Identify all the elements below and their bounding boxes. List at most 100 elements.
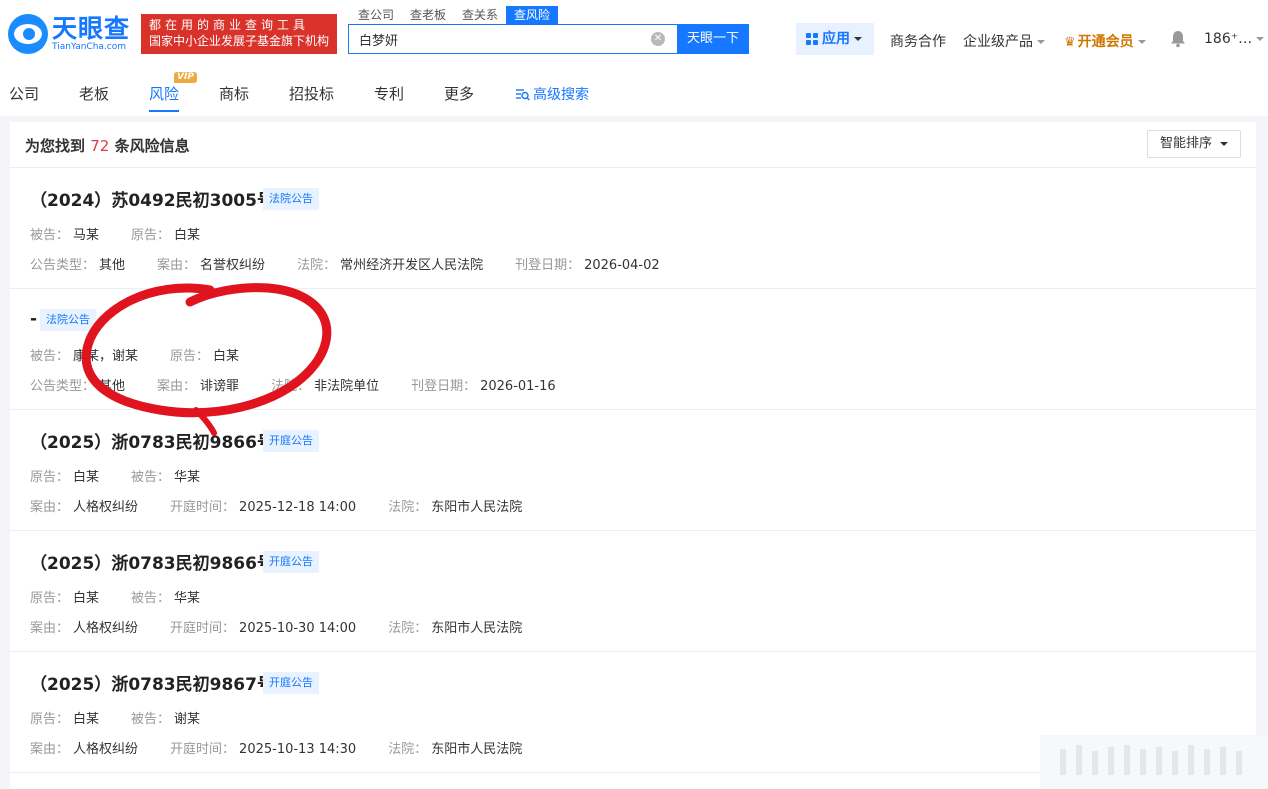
crown-icon: ♛ (1064, 35, 1076, 50)
chevron-down-icon (1037, 40, 1045, 44)
field: 案由： 人格权纠纷 (30, 738, 138, 757)
site-logo[interactable]: 天眼查 TianYanCha.com (8, 14, 130, 54)
field-value: 2025-10-13 14:30 (239, 742, 357, 757)
results-panel: 为您找到 72 条风险信息 智能排序 （2024）苏0492民初3005号 法院… (10, 122, 1256, 789)
parties-row: 被告： 康某，谢某 原告： 白某 (30, 345, 271, 364)
vip-badge: VIP (174, 72, 197, 83)
field: 被告： 马某 (30, 224, 99, 243)
record-type-tag: 法院公告 (40, 309, 96, 331)
tab-risk[interactable]: 查风险 (506, 6, 559, 24)
details-row: 公告类型： 其他 案由： 名誉权纠纷 法院： 常州经济开发区人民法院 刊登日期： 202… (30, 254, 692, 273)
advanced-search-link[interactable]: 高级搜索 (515, 84, 589, 104)
record-type-tag: 法院公告 (263, 188, 319, 210)
enterprise-menu[interactable]: 企业级产品 (963, 31, 1045, 51)
field-label: 案由： (30, 742, 70, 757)
clear-icon[interactable]: ✕ (651, 32, 665, 46)
case-number[interactable]: - (30, 309, 37, 329)
field-label: 开庭时间： (170, 500, 236, 515)
field-label: 刊登日期： (411, 379, 477, 394)
field: 原告： 白某 (131, 224, 200, 243)
results-suffix: 条风险信息 (114, 137, 190, 155)
field: 法院： 东阳市人民法院 (388, 496, 522, 515)
chevron-down-icon (1220, 141, 1229, 146)
nav-boss[interactable]: 老板 (79, 83, 109, 104)
field: 开庭时间： 2025-10-30 14:00 (170, 617, 356, 636)
search-box: ✕ (348, 24, 678, 54)
field: 刊登日期： 2026-04-02 (515, 254, 660, 273)
nav-company[interactable]: 公司 (9, 83, 39, 104)
field-label: 刊登日期： (515, 258, 581, 273)
nav-trademark[interactable]: 商标 (219, 83, 249, 104)
risk-record[interactable]: （2024）苏0492民初3005号 法院公告 被告： 马某 原告： 白某 公告类型… (10, 168, 1256, 289)
field-label: 被告： (131, 712, 171, 727)
field-label: 被告： (30, 228, 70, 243)
search-type-tabs: 查公司 查老板 查关系 查风险 (350, 6, 559, 24)
sort-label: 智能排序 (1160, 136, 1213, 151)
field-label: 开庭时间： (170, 621, 236, 636)
field: 法院： 常州经济开发区人民法院 (297, 254, 483, 273)
risk-record[interactable]: （2025）浙0783民初9866号 开庭公告 原告： 白某 被告： 华某 案由：人… (10, 531, 1256, 652)
field-label: 法院： (388, 621, 428, 636)
field-value: 东阳市人民法院 (431, 500, 523, 515)
field: 公告类型： 其他 (30, 375, 125, 394)
risk-record[interactable]: - 法院公告 被告： 康某，谢某 原告： 白某 公告类型： 其他 案由： 诽谤罪 法院：… (10, 289, 1256, 410)
field-value: 2026-01-16 (480, 379, 556, 394)
field-value: 马某 (73, 228, 100, 243)
case-number[interactable]: （2025）浙0783民初9866号 (30, 549, 274, 574)
field-value: 谢某 (174, 712, 201, 727)
parties-row: 被告： 马某 原告： 白某 (30, 224, 232, 243)
bell-icon[interactable] (1170, 30, 1186, 48)
tab-boss[interactable]: 查老板 (402, 6, 454, 24)
field-label: 法院： (388, 500, 428, 515)
field: 法院： 东阳市人民法院 (388, 738, 522, 757)
field-label: 原告： (30, 591, 70, 606)
results-count: 72 (90, 137, 110, 155)
user-menu[interactable]: 186⁺… (1204, 31, 1265, 47)
field-value: 名誉权纠纷 (200, 258, 266, 273)
tab-company[interactable]: 查公司 (350, 6, 402, 24)
vip-menu[interactable]: ♛ 开通会员 (1064, 31, 1146, 51)
field-label: 案由： (157, 379, 197, 394)
case-number[interactable]: （2024）苏0492民初3005号 (30, 186, 274, 211)
field-label: 法院： (388, 742, 428, 757)
active-tab-indicator (149, 110, 179, 112)
field: 被告： 华某 (131, 587, 200, 606)
apps-button[interactable]: 应用 (796, 23, 874, 55)
field-value: 常州经济开发区人民法院 (340, 258, 484, 273)
details-row: 案由： 人格权纠纷 开庭时间： 2025-12-18 14:00 法院： 东阳市人民法… (30, 496, 554, 515)
sort-dropdown[interactable]: 智能排序 (1147, 130, 1241, 158)
field-value: 诽谤罪 (200, 379, 240, 394)
nav-risk[interactable]: 风险 (149, 83, 179, 104)
nav-bidding[interactable]: 招投标 (289, 83, 334, 104)
nav-more[interactable]: 更多 (444, 83, 474, 104)
search-input[interactable] (349, 25, 639, 53)
field-label: 案由： (30, 500, 70, 515)
business-link[interactable]: 商务合作 (890, 31, 946, 51)
search-button[interactable]: 天眼一下 (677, 24, 749, 54)
case-number[interactable]: （2025）浙0783民初9866号 (30, 428, 274, 453)
field: 案由： 诽谤罪 (157, 375, 239, 394)
field-label: 原告： (170, 349, 210, 364)
field-value: 人格权纠纷 (73, 742, 139, 757)
case-number[interactable]: （2025）浙0783民初9867号 (30, 670, 274, 695)
field-value: 人格权纠纷 (73, 500, 139, 515)
parties-row: 原告： 白某 被告： 华某 (30, 466, 232, 485)
field-value: 2025-12-18 14:00 (239, 500, 357, 515)
record-type-tag: 开庭公告 (263, 551, 319, 573)
apps-grid-icon (806, 33, 818, 45)
field-value: 东阳市人民法院 (431, 742, 523, 757)
nav-patent[interactable]: 专利 (374, 83, 404, 104)
record-type-tag: 开庭公告 (263, 430, 319, 452)
risk-record[interactable]: （2025）浙0783民初9866号 开庭公告 原告： 白某 被告： 华某 案由：人… (10, 410, 1256, 531)
field-label: 案由： (157, 258, 197, 273)
tab-relation[interactable]: 查关系 (454, 6, 506, 24)
field-label: 原告： (30, 712, 70, 727)
field-value: 人格权纠纷 (73, 621, 139, 636)
field-value: 2026-04-02 (584, 258, 660, 273)
field: 公告类型： 其他 (30, 254, 125, 273)
logo-name: 天眼查 (52, 13, 131, 43)
record-type-tag: 开庭公告 (263, 672, 319, 694)
field: 原告： 白某 (30, 708, 99, 727)
field-value: 白某 (174, 228, 201, 243)
enterprise-label: 企业级产品 (963, 34, 1033, 50)
